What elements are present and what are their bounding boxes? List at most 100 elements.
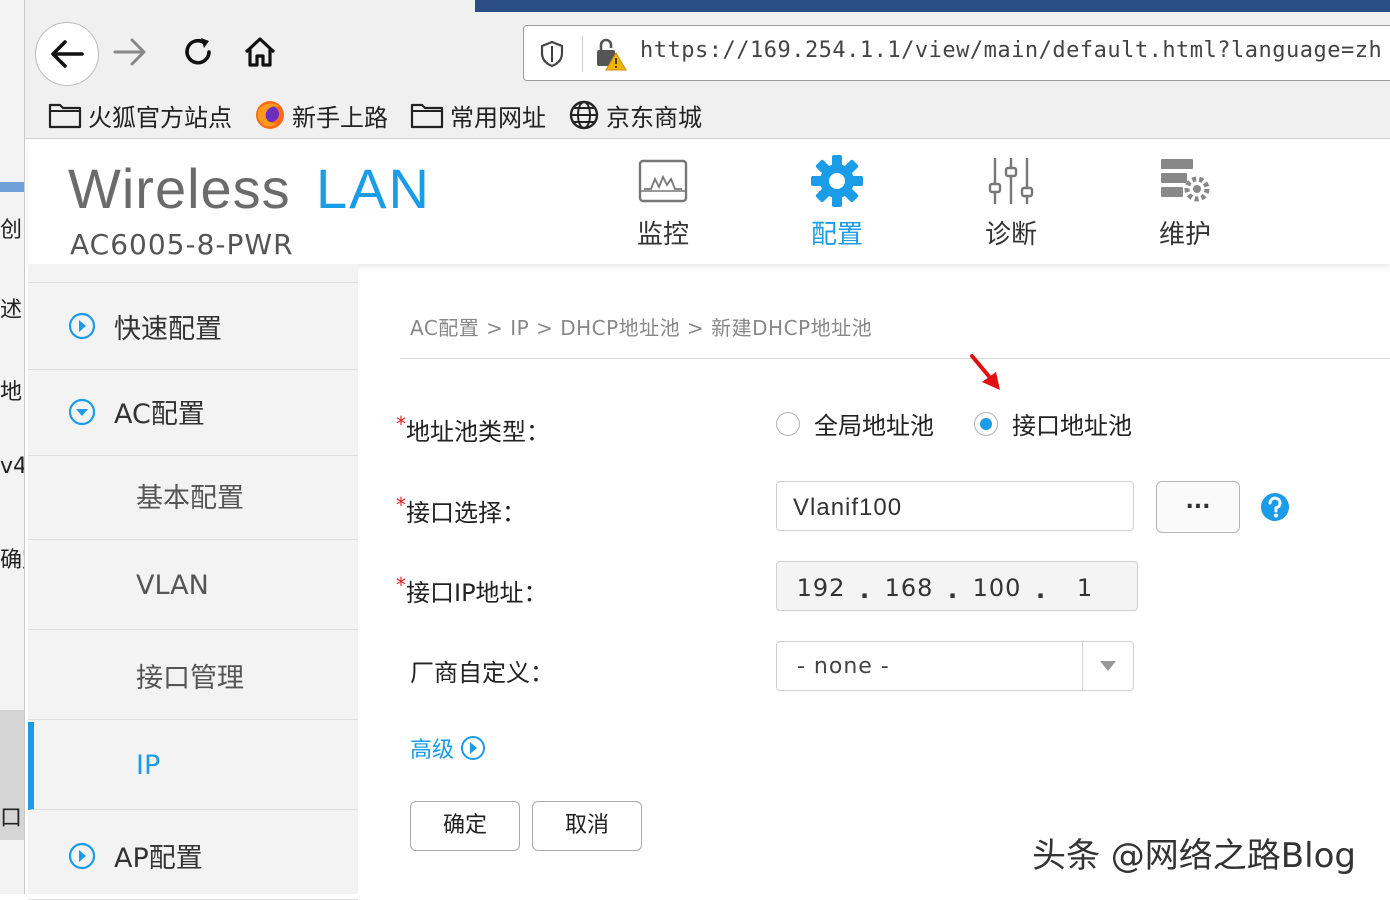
radio-button[interactable]	[974, 411, 998, 436]
sliders-icon	[988, 158, 1034, 204]
bookmark-item[interactable]: 新手上路	[254, 98, 388, 133]
nav-label: 监控	[636, 220, 689, 250]
reload-button[interactable]	[168, 22, 228, 82]
ip-octet[interactable]: 100	[967, 574, 1027, 602]
radio-label: 全局地址池	[814, 412, 934, 440]
radio-label: 接口地址池	[1012, 412, 1132, 440]
chevron-right-circle-icon	[461, 736, 486, 760]
monitor-icon	[638, 159, 688, 203]
server-gear-icon	[1161, 159, 1210, 202]
nav-config[interactable]: 配置	[782, 152, 892, 251]
ip-octet[interactable]: 192	[791, 574, 851, 602]
help-icon[interactable]	[1260, 492, 1290, 522]
background-text-fragment: v4	[0, 454, 24, 479]
sidebar-item-interface-mgmt[interactable]: 接口管理	[28, 632, 358, 720]
sidebar-item-basic-config[interactable]: 基本配置	[28, 452, 358, 540]
background-text-fragment: 创	[0, 218, 23, 243]
gear-icon	[811, 155, 863, 207]
ip-octet[interactable]: 168	[879, 574, 939, 602]
arrow-right-icon	[113, 38, 146, 66]
nav-maintenance[interactable]: 维护	[1130, 152, 1240, 251]
browse-interface-button[interactable]: ...	[1156, 481, 1240, 533]
home-button[interactable]	[230, 22, 290, 82]
nav-diagnose[interactable]: 诊断	[956, 152, 1066, 251]
bookmark-item[interactable]: 火狐官方站点	[48, 98, 232, 133]
sidebar-item-label: 接口管理	[136, 663, 244, 694]
interface-ip-input[interactable]: 192 . 168 . 100 . 1	[776, 561, 1138, 611]
folder-icon	[48, 103, 82, 129]
folder-icon	[410, 103, 444, 129]
ip-octet[interactable]: 1	[1055, 574, 1115, 602]
radio-global-pool[interactable]: 全局地址池	[776, 406, 934, 441]
brand-title-accent: LAN	[316, 157, 431, 220]
sidebar-item-vlan[interactable]: VLAN	[28, 542, 358, 630]
ip-label: *接口IP地址：	[396, 573, 548, 607]
bookmark-label: 京东商城	[606, 103, 702, 132]
watermark: 头条 @网络之路Blog	[1032, 836, 1356, 876]
ok-button[interactable]: 确定	[410, 801, 520, 851]
insecure-lock-icon[interactable]	[594, 36, 628, 72]
vendor-select[interactable]: - none -	[776, 641, 1134, 691]
ip-dot: .	[948, 576, 958, 604]
back-button[interactable]	[35, 22, 99, 86]
chevron-right-circle-icon	[68, 842, 96, 869]
nav-label: 配置	[810, 220, 863, 250]
brand-title: Wireless	[68, 157, 291, 220]
arrow-left-icon	[51, 40, 84, 68]
chevron-right-circle-icon	[68, 312, 96, 340]
sidebar-item-label: 快速配置	[114, 313, 222, 345]
cancel-button[interactable]: 取消	[532, 801, 642, 851]
background-text-fragment: 确定	[0, 548, 24, 573]
background-window-strip: 创 述 地 v4 确定 口	[0, 0, 25, 894]
window-titlebar-strip	[475, 0, 1390, 12]
advanced-label: 高级	[410, 738, 455, 763]
sidebar-item-ac-config[interactable]: AC配置	[28, 368, 358, 456]
bookmark-item[interactable]: 京东商城	[568, 98, 702, 133]
interface-input[interactable]: Vlanif100	[776, 481, 1134, 531]
reload-icon	[185, 38, 211, 65]
select-divider	[1082, 642, 1083, 690]
firefox-icon	[256, 101, 284, 129]
iface-label: *接口选择：	[396, 493, 526, 527]
sidebar-item-label: IP	[136, 750, 161, 781]
bookmarks-bar: 火狐官方站点 新手上路 常用网址 京东商城	[48, 96, 724, 134]
home-icon	[244, 37, 276, 67]
background-text-fragment: 述	[0, 298, 23, 323]
sidebar-item-quick-config[interactable]: 快速配置	[28, 282, 358, 370]
background-text-fragment: 地	[0, 380, 23, 405]
radio-interface-pool[interactable]: 接口地址池	[974, 406, 1132, 441]
shield-icon[interactable]	[540, 40, 564, 68]
vendor-selected-value: - none -	[797, 654, 890, 679]
ip-dot: .	[1036, 576, 1046, 604]
bookmark-label: 新手上路	[292, 103, 388, 132]
device-model: AC6005-8-PWR	[70, 228, 294, 261]
advanced-link[interactable]: 高级	[410, 732, 486, 764]
nav-monitor[interactable]: 监控	[608, 152, 718, 251]
breadcrumb: AC配置 > IP > DHCP地址池 > 新建DHCP地址池	[410, 316, 873, 340]
pool-type-label: *地址池类型：	[396, 412, 550, 446]
bookmark-label: 常用网址	[450, 103, 546, 132]
chevron-down-icon	[1100, 661, 1116, 671]
sidebar-item-ap-config[interactable]: AP配置	[28, 812, 358, 900]
globe-icon	[569, 100, 599, 130]
sidebar-item-label: 基本配置	[136, 483, 244, 514]
forward-button[interactable]	[100, 22, 160, 82]
address-bar-divider	[582, 36, 583, 72]
sidebar-item-ip[interactable]: IP	[28, 722, 358, 810]
annotation-arrow-icon	[970, 354, 1000, 390]
sidebar: 快速配置 AC配置 基本配置 VLAN 接口管理 IP AP配置	[28, 264, 358, 900]
bookmark-label: 火狐官方站点	[88, 103, 232, 132]
ip-dot: .	[860, 576, 870, 604]
nav-label: 诊断	[984, 220, 1037, 250]
address-bar[interactable]: https://169.254.1.1/view/main/default.ht…	[523, 25, 1390, 81]
background-window-accent	[0, 182, 24, 192]
chevron-down-circle-icon	[68, 398, 96, 425]
sidebar-item-label: AC配置	[114, 399, 205, 430]
vendor-label: 厂商自定义：	[410, 659, 554, 687]
nav-label: 维护	[1158, 220, 1211, 250]
sidebar-item-label: AP配置	[114, 843, 203, 874]
breadcrumb-divider	[400, 358, 1390, 359]
bookmark-item[interactable]: 常用网址	[410, 98, 546, 133]
url-text: https://169.254.1.1/view/main/default.ht…	[640, 38, 1383, 63]
radio-button[interactable]	[776, 411, 800, 436]
